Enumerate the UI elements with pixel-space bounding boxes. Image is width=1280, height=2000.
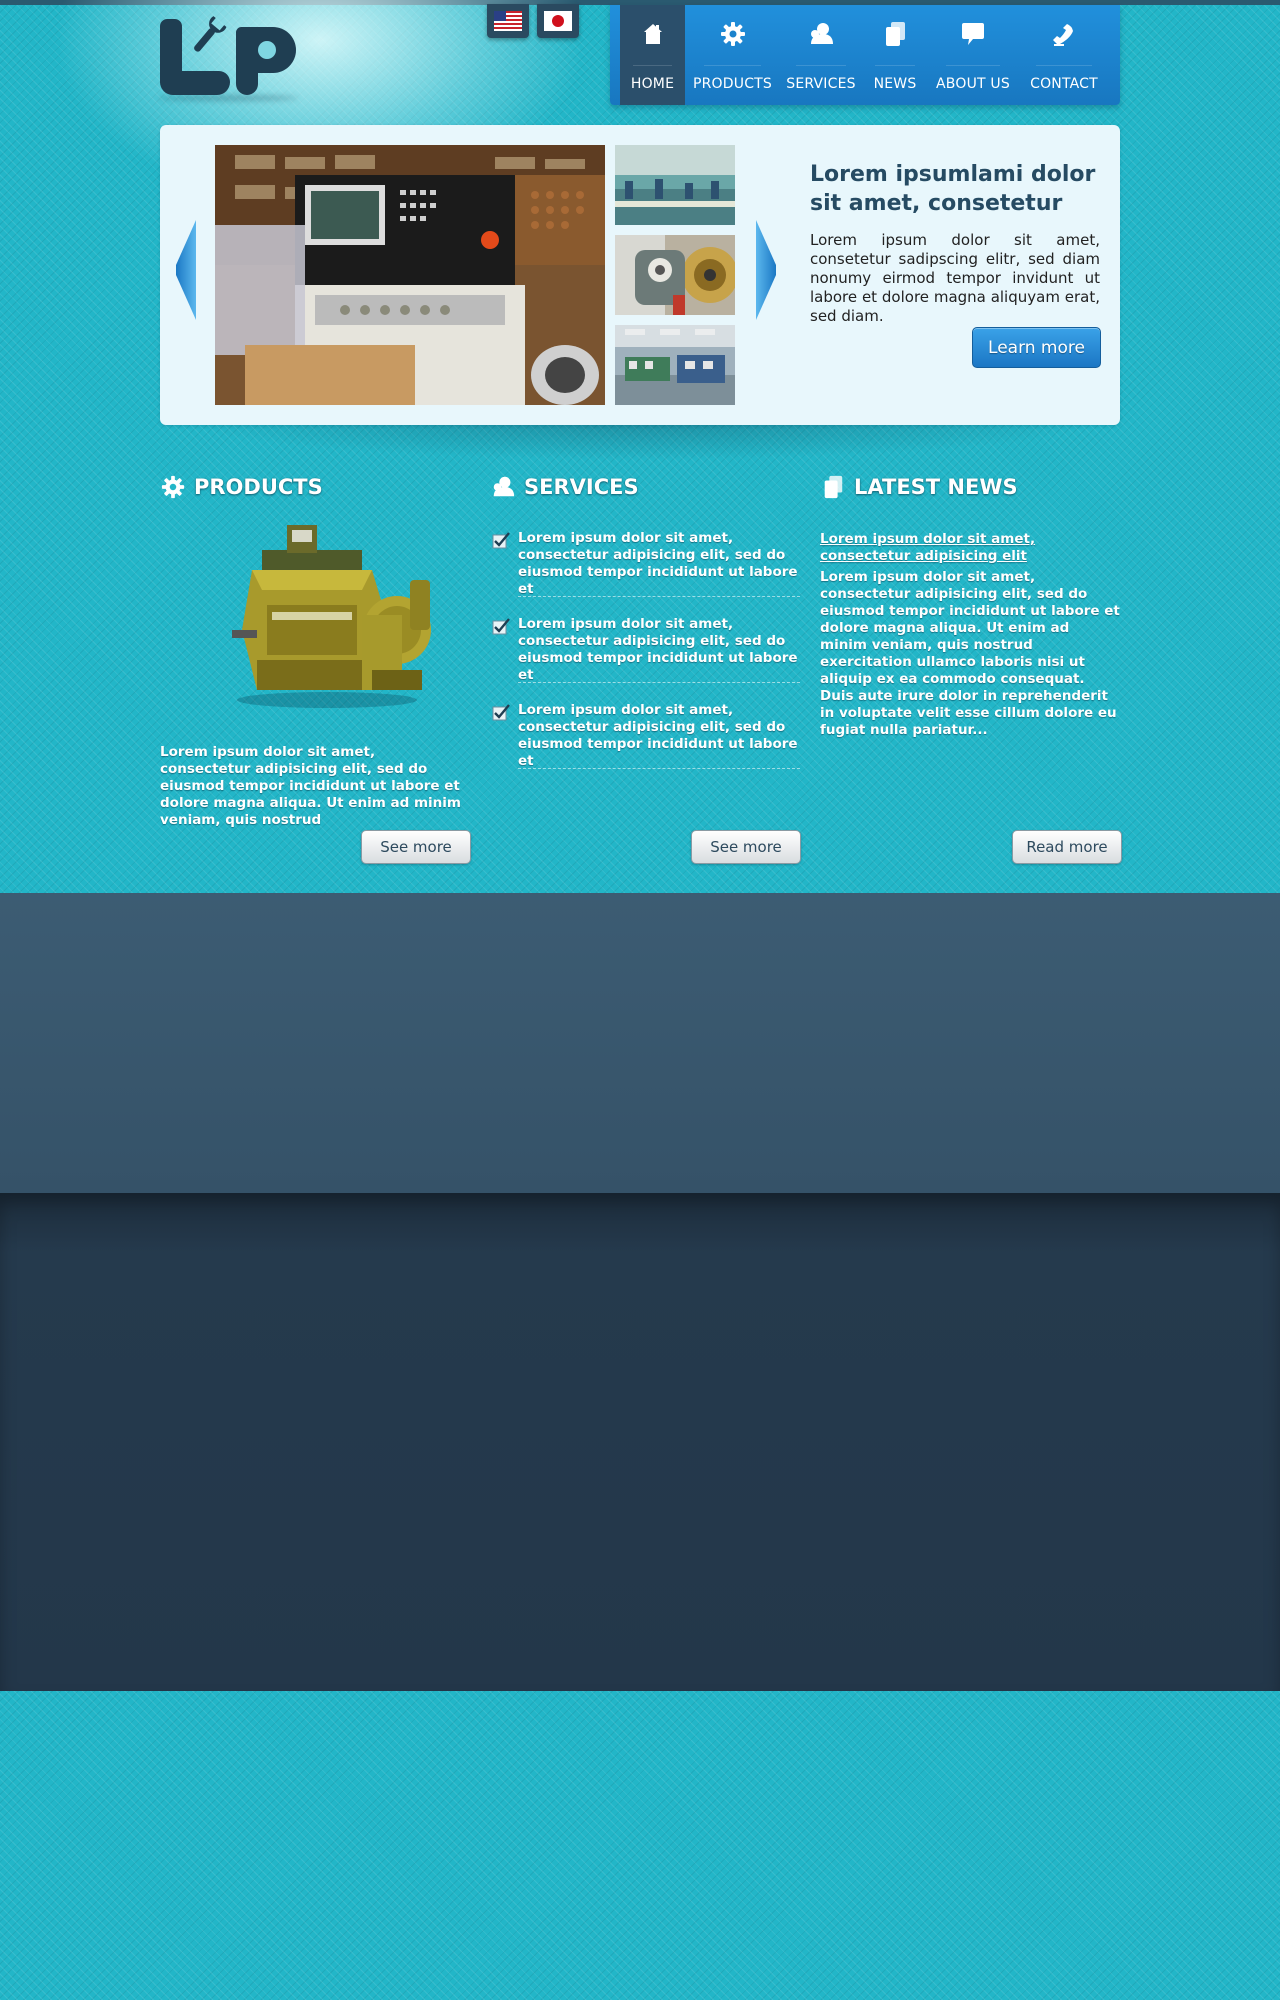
- person-icon: [811, 23, 833, 44]
- nav-item-services[interactable]: SERVICES: [780, 5, 862, 105]
- slider-prev-arrow-icon[interactable]: [174, 220, 198, 320]
- nav-item-about-us[interactable]: ABOUT US: [928, 5, 1018, 105]
- logo-shadow: [158, 95, 298, 101]
- checkmark-icon: [492, 618, 510, 635]
- footer-upper-band: [0, 893, 1280, 1193]
- nav-label-products: PRODUCTS: [692, 76, 773, 92]
- services-heading: SERVICES: [490, 474, 639, 500]
- slider-description: Lorem ipsum dolor sit amet, consetetur s…: [810, 231, 1100, 325]
- nav-label-contact: CONTACT: [1030, 76, 1098, 92]
- divider: [518, 596, 800, 597]
- nav-label-about-us: ABOUT US: [936, 76, 1010, 92]
- checkmark-icon: [492, 704, 510, 721]
- divider: [518, 682, 800, 683]
- nav-item-products[interactable]: PRODUCTS: [685, 5, 780, 105]
- slider-thumbnail-1[interactable]: [615, 145, 735, 225]
- speech-bubble-icon: [962, 23, 984, 45]
- services-heading-label: SERVICES: [524, 475, 639, 499]
- latest-news-heading: LATEST NEWS: [820, 474, 1018, 500]
- slider-main-image: [215, 145, 605, 405]
- nav-label-news: NEWS: [873, 76, 917, 92]
- logo[interactable]: [158, 13, 298, 101]
- nav-item-news[interactable]: NEWS: [862, 5, 928, 105]
- products-heading: PRODUCTS: [160, 474, 323, 500]
- japan-flag-icon: [544, 11, 572, 31]
- document-icon: [824, 475, 843, 499]
- language-english-button[interactable]: [487, 4, 529, 38]
- nav-label-home: HOME: [630, 76, 675, 92]
- services-item-text: Lorem ipsum dolor sit amet, consectetur …: [518, 616, 798, 683]
- slider-thumbnail-2[interactable]: [615, 235, 735, 315]
- divider: [518, 768, 800, 769]
- services-list-item[interactable]: Lorem ipsum dolor sit amet, consectetur …: [490, 616, 800, 702]
- slider-next-arrow-icon[interactable]: [754, 220, 778, 320]
- gear-icon: [161, 475, 185, 499]
- language-japanese-button[interactable]: [537, 4, 579, 38]
- products-heading-label: PRODUCTS: [194, 475, 323, 499]
- checkmark-icon: [492, 532, 510, 549]
- slider-thumbnail-3[interactable]: [615, 325, 735, 405]
- services-item-text: Lorem ipsum dolor sit amet, consectetur …: [518, 530, 798, 597]
- nav-label-services: SERVICES: [786, 76, 856, 92]
- person-icon: [493, 476, 515, 497]
- main-nav: HOME PRODUCTS SERVICES NEWS ABOUT US CON…: [610, 5, 1120, 105]
- services-list-item[interactable]: Lorem ipsum dolor sit amet, consectetur …: [490, 702, 800, 788]
- featured-slider: Lorem ipsumlami dolor sit amet, consetet…: [160, 125, 1120, 425]
- slider-shadow: [180, 420, 1100, 460]
- nav-item-home[interactable]: HOME: [620, 5, 685, 105]
- nav-item-contact[interactable]: CONTACT: [1018, 5, 1110, 105]
- services-list: Lorem ipsum dolor sit amet, consectetur …: [490, 530, 800, 788]
- document-icon: [886, 22, 905, 46]
- products-see-more-button[interactable]: See more: [361, 830, 471, 864]
- news-excerpt: Lorem ipsum dolor sit amet, consectetur …: [820, 569, 1120, 738]
- logo-letter-p-hole: [258, 41, 276, 59]
- gear-icon: [720, 22, 745, 46]
- news-read-more-button[interactable]: Read more: [1012, 830, 1122, 864]
- products-description: Lorem ipsum dolor sit amet, consectetur …: [160, 744, 461, 828]
- product-image[interactable]: [212, 520, 442, 710]
- home-icon: [643, 24, 662, 44]
- services-see-more-button[interactable]: See more: [691, 830, 801, 864]
- wrench-icon: [194, 16, 227, 52]
- phone-icon: [1053, 24, 1073, 46]
- us-flag-icon: [494, 11, 522, 31]
- news-headline-link[interactable]: Lorem ipsum dolor sit amet, consectetur …: [820, 531, 1120, 565]
- services-list-item[interactable]: Lorem ipsum dolor sit amet, consectetur …: [490, 530, 800, 616]
- footer-lower-band: [0, 1193, 1280, 1691]
- latest-news-heading-label: LATEST NEWS: [854, 475, 1018, 499]
- logo-letter-l-foot: [160, 71, 230, 95]
- services-item-text: Lorem ipsum dolor sit amet, consectetur …: [518, 702, 798, 769]
- slider-title: Lorem ipsumlami dolor sit amet, consetet…: [810, 162, 1096, 216]
- learn-more-button[interactable]: Learn more: [972, 327, 1101, 368]
